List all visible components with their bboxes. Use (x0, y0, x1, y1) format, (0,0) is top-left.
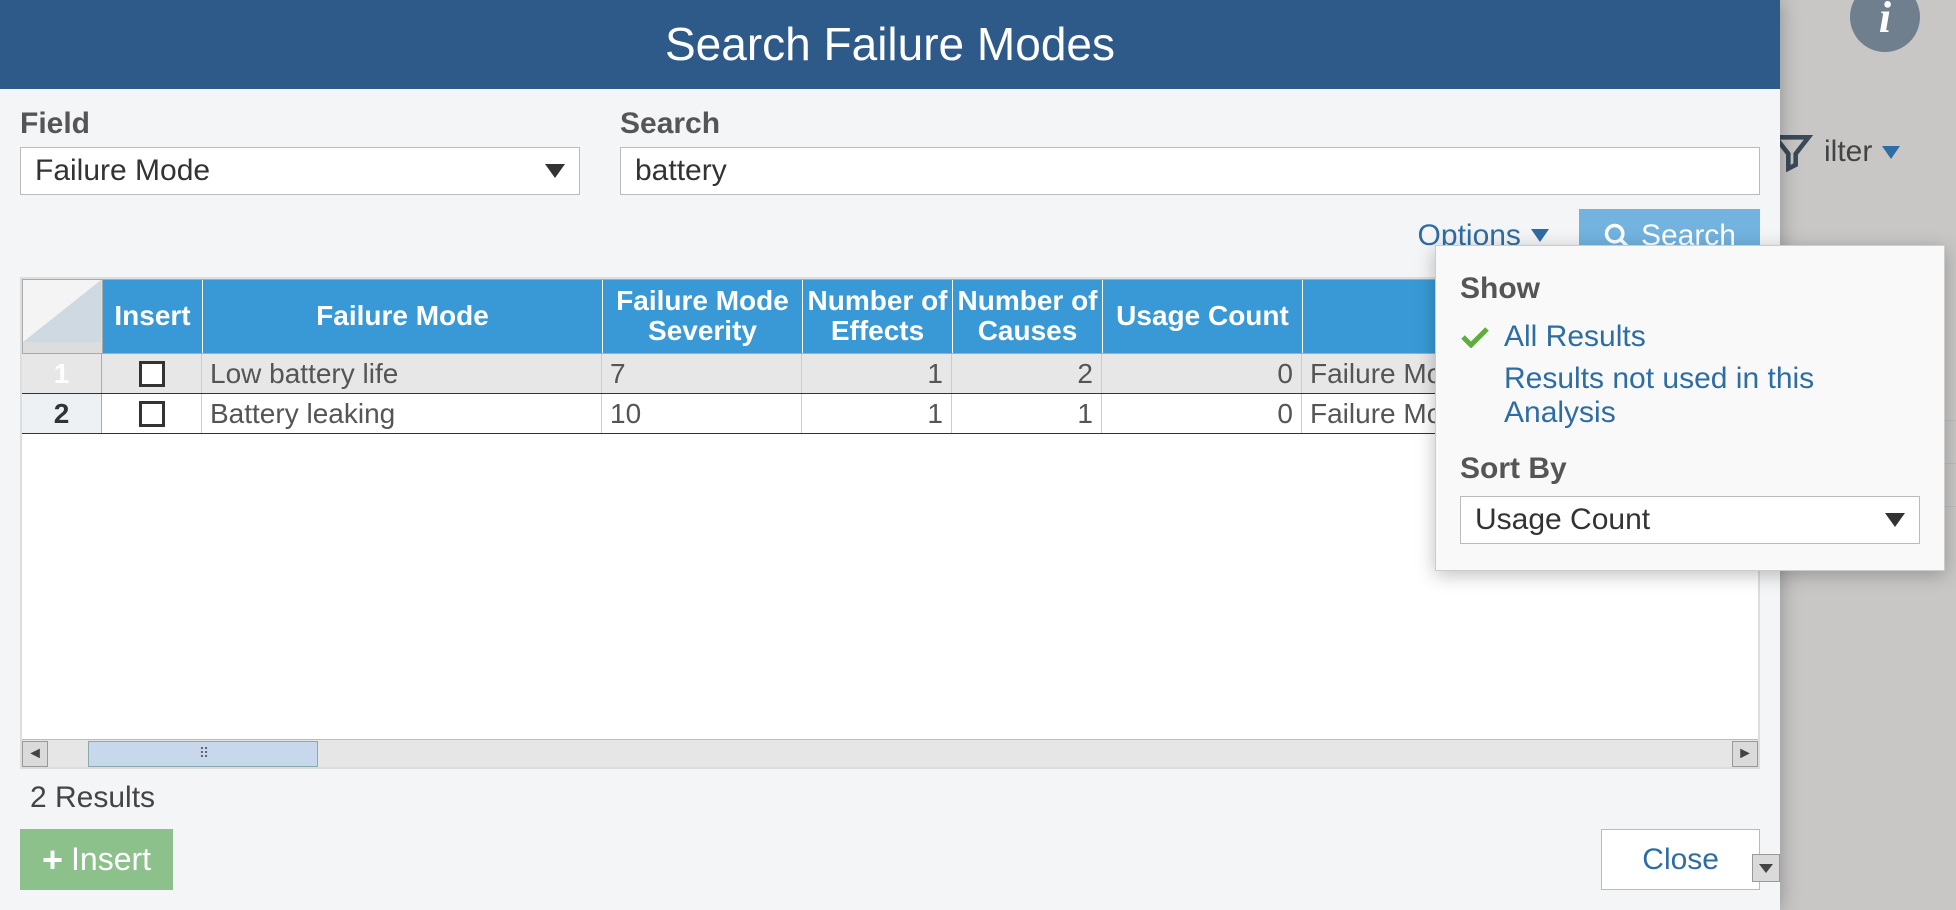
sortby-value: Usage Count (1475, 503, 1650, 537)
insert-checkbox[interactable] (139, 401, 165, 427)
field-select[interactable]: Failure Mode (20, 147, 580, 195)
option-all-results[interactable]: All Results (1460, 316, 1920, 358)
col-failure-mode[interactable]: Failure Mode (203, 280, 603, 354)
cell-usage: 0 (1102, 354, 1302, 393)
cell-severity: 7 (602, 354, 802, 393)
cell-causes: 1 (952, 394, 1102, 433)
dialog-title: Search Failure Modes (0, 0, 1780, 89)
col-effects[interactable]: Number of Effects (803, 280, 953, 354)
cell-failure-mode: Battery leaking (202, 394, 602, 433)
row-index: 1 (22, 354, 102, 393)
insert-checkbox[interactable] (139, 361, 165, 387)
col-severity[interactable]: Failure Mode Severity (603, 280, 803, 354)
option-label: Results not used in this Analysis (1504, 362, 1814, 429)
options-popover: Show All Results Results not used in thi… (1435, 245, 1945, 571)
field-label: Field (20, 107, 580, 141)
scroll-right-button[interactable]: ► (1732, 741, 1758, 767)
info-icon: i (1850, 0, 1920, 52)
col-causes[interactable]: Number of Causes (953, 280, 1103, 354)
col-usage[interactable]: Usage Count (1103, 280, 1303, 354)
show-section-label: Show (1460, 272, 1920, 306)
cell-causes: 2 (952, 354, 1102, 393)
col-insert[interactable]: Insert (103, 280, 203, 354)
search-label: Search (620, 107, 1760, 141)
cell-effects: 1 (802, 394, 952, 433)
scrollbar-track[interactable] (48, 741, 1732, 767)
insert-button[interactable]: + Insert (20, 829, 173, 890)
cell-usage: 0 (1102, 394, 1302, 433)
search-input[interactable] (620, 147, 1760, 195)
results-count: 2 Results (0, 769, 1780, 819)
option-unused-results[interactable]: Results not used in this Analysis (1460, 358, 1920, 434)
filter-label: ilter (1824, 135, 1872, 169)
chevron-down-icon (1531, 229, 1549, 242)
cell-effects: 1 (802, 354, 952, 393)
chevron-down-icon (545, 164, 565, 178)
scroll-down-button[interactable] (1752, 854, 1780, 882)
table-corner[interactable] (23, 280, 103, 354)
row-index: 2 (22, 394, 102, 433)
cell-severity: 10 (602, 394, 802, 433)
scrollbar-thumb[interactable] (88, 741, 318, 767)
chevron-down-icon (1759, 864, 1773, 873)
chevron-down-icon (1882, 146, 1900, 159)
insert-button-label: Insert (71, 841, 151, 878)
chevron-down-icon (1885, 513, 1905, 527)
check-icon (1460, 322, 1490, 344)
filter-control[interactable]: ilter (1770, 130, 1900, 174)
sortby-select[interactable]: Usage Count (1460, 496, 1920, 544)
horizontal-scrollbar[interactable]: ◄ ► (22, 739, 1758, 767)
scroll-left-button[interactable]: ◄ (22, 741, 48, 767)
cell-failure-mode: Low battery life (202, 354, 602, 393)
field-select-value: Failure Mode (35, 154, 210, 188)
sortby-section-label: Sort By (1460, 452, 1920, 486)
close-button[interactable]: Close (1601, 829, 1760, 890)
option-label: All Results (1504, 320, 1646, 353)
